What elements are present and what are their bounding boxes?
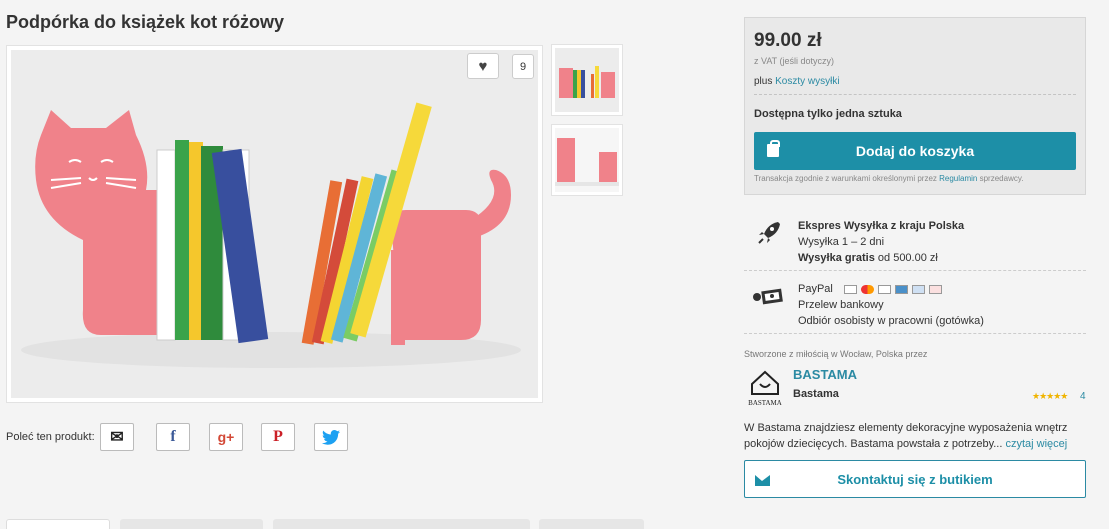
mastercard-icon bbox=[860, 284, 874, 294]
shop-about: W Bastama znajdziesz elementy dekoracyjn… bbox=[744, 420, 1094, 452]
cat-bookend-illustration bbox=[11, 50, 538, 398]
card-logo-icon bbox=[911, 284, 925, 294]
product-photo bbox=[11, 50, 538, 398]
payment-text: PayPal Przelew bankowy Odbiór osobisty w… bbox=[798, 281, 984, 329]
free-shipping: Wysyłka gratis od 500.00 zł bbox=[798, 250, 964, 266]
terms-link[interactable]: Regulamin bbox=[939, 174, 977, 183]
shop-name: Bastama bbox=[793, 388, 839, 400]
thumbnail-1[interactable] bbox=[551, 44, 623, 116]
rocket-icon bbox=[758, 222, 780, 244]
buy-box: 99.00 zł z VAT (jeśli dotyczy) plus Kosz… bbox=[744, 17, 1086, 195]
payment-info: PayPal Przelew bankowy Odbiór osobisty w… bbox=[744, 281, 1086, 329]
divider bbox=[754, 94, 1076, 95]
favorite-heart-button[interactable]: ♥ bbox=[467, 53, 499, 79]
thumbnail-image bbox=[555, 128, 619, 192]
free-shipping-threshold: od 500.00 zł bbox=[877, 252, 938, 264]
facebook-icon: f bbox=[170, 428, 176, 445]
contact-shop-button[interactable]: Skontaktuj się z butikiem bbox=[744, 460, 1086, 498]
shipping-info: Ekspres Wysyłka z kraju Polska Wysyłka 1… bbox=[744, 218, 1086, 266]
tab-4[interactable] bbox=[539, 519, 644, 529]
tab-2[interactable] bbox=[120, 519, 263, 529]
heart-icon: ♥ bbox=[478, 57, 488, 75]
share-google-plus-button[interactable]: g+ bbox=[209, 423, 243, 451]
terms-note: Transakcja zgodnie z warunkami określony… bbox=[754, 174, 1023, 183]
envelope-icon bbox=[755, 475, 770, 486]
visa-icon bbox=[877, 284, 891, 294]
card-logo-icon bbox=[843, 284, 857, 294]
paypal-label: PayPal bbox=[798, 283, 833, 295]
rating-stars: ★★★★★ bbox=[1032, 391, 1068, 401]
share-label: Poleć ten produkt: bbox=[6, 431, 95, 443]
card-logos bbox=[843, 284, 942, 294]
pinterest-icon: P bbox=[273, 428, 283, 445]
vat-note: z VAT (jeśli dotyczy) bbox=[754, 56, 835, 66]
shipping-time: Wysyłka 1 – 2 dni bbox=[798, 236, 885, 248]
card-logo-icon bbox=[928, 284, 942, 294]
main-product-image[interactable] bbox=[6, 45, 543, 403]
thumbnail-image bbox=[555, 48, 619, 112]
shop-logo[interactable]: BASTAMA bbox=[746, 364, 784, 408]
divider bbox=[744, 333, 1086, 334]
shipping-cost-link[interactable]: Koszty wysyłki bbox=[775, 76, 839, 87]
payment-paypal-line: PayPal bbox=[798, 281, 984, 297]
terms-prefix: Transakcja zgodnie z warunkami określony… bbox=[754, 174, 937, 183]
thumbnail-2[interactable] bbox=[551, 124, 623, 196]
product-title: Podpórka do książek kot różowy bbox=[6, 12, 285, 32]
contact-shop-label: Skontaktuj się z butikiem bbox=[837, 471, 993, 487]
payment-pickup: Odbiór osobisty w pracowni (gotówka) bbox=[798, 315, 984, 327]
terms-suffix: sprzedawcy. bbox=[979, 174, 1024, 183]
price: 99.00 zł bbox=[754, 30, 822, 51]
google-plus-icon: g+ bbox=[217, 429, 235, 445]
payment-cash-icon bbox=[753, 288, 783, 305]
tab-1[interactable] bbox=[6, 519, 110, 529]
favorites-count: 9 bbox=[512, 54, 534, 79]
share-email-button[interactable]: ✉ bbox=[100, 423, 134, 451]
created-by-text: Stworzone z miłością w Wocław, Polska pr… bbox=[744, 349, 928, 359]
share-facebook-button[interactable]: f bbox=[156, 423, 190, 451]
shipping-text: Ekspres Wysyłka z kraju Polska Wysyłka 1… bbox=[798, 218, 964, 266]
add-to-cart-button[interactable]: Dodaj do koszyka bbox=[754, 132, 1076, 170]
shopping-bag-icon bbox=[767, 140, 780, 157]
rating-count[interactable]: 4 bbox=[1080, 391, 1086, 402]
tab-3[interactable] bbox=[273, 519, 530, 529]
share-pinterest-button[interactable]: P bbox=[261, 423, 295, 451]
product-page: Podpórka do książek kot różowy ♥ 9 Poleć… bbox=[0, 0, 1109, 529]
share-twitter-button[interactable] bbox=[314, 423, 348, 451]
amex-icon bbox=[894, 284, 908, 294]
shipping-prefix: plus bbox=[754, 76, 773, 87]
read-more-link[interactable]: czytaj więcej bbox=[1005, 438, 1067, 450]
free-shipping-label: Wysyłka gratis bbox=[798, 252, 875, 264]
shipping-cost-line: plus Koszty wysyłki bbox=[754, 76, 840, 87]
shop-name-link[interactable]: BASTAMA bbox=[793, 367, 857, 382]
availability: Dostępna tylko jedna sztuka bbox=[754, 108, 902, 120]
divider bbox=[744, 270, 1086, 271]
shipping-title: Ekspres Wysyłka z kraju Polska bbox=[798, 220, 965, 232]
add-to-cart-label: Dodaj do koszyka bbox=[855, 143, 975, 159]
twitter-icon bbox=[322, 429, 340, 445]
envelope-icon: ✉ bbox=[110, 429, 124, 446]
payment-transfer: Przelew bankowy bbox=[798, 299, 884, 311]
shop-logo-text: BASTAMA bbox=[748, 399, 782, 407]
